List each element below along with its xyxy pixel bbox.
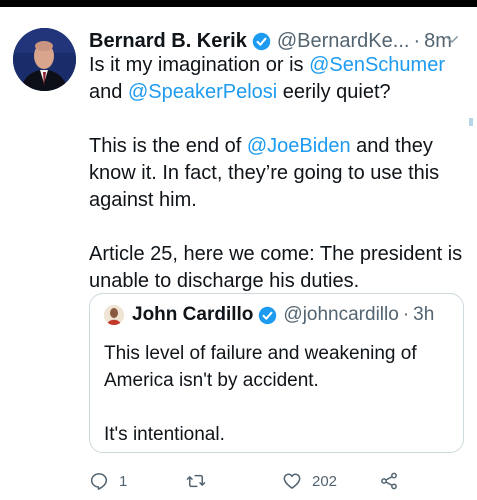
quoted-avatar[interactable] [104,305,124,325]
tweet-text-segment: Is it my imagination or is [89,54,310,76]
quoted-author-name[interactable]: John Cardillo [132,304,253,326]
chevron-down-icon[interactable] [443,30,461,48]
tweet-paragraph: Article 25, here we come: The president … [89,241,464,295]
tweet-actions: 1 202 [89,466,419,496]
like-count: 202 [312,472,338,490]
reply-count: 1 [119,472,128,490]
tweet-paragraph: This is the end of @JoeBiden and they kn… [89,133,464,214]
mention-link[interactable]: @JoeBiden [247,135,351,157]
top-bar [0,0,477,7]
scroll-indicator [469,118,473,126]
tweet[interactable]: Bernard B. Kerik @BernardKe... · 8m Is i… [0,7,477,500]
quoted-text-line: This level of failure and weakening of A… [104,343,417,391]
quoted-tweet-time[interactable]: 3h [413,304,434,326]
retweet-button[interactable] [186,466,216,496]
reply-icon [90,473,108,490]
share-icon [381,472,397,490]
quoted-tweet-header: John Cardillo @johncardillo · 3h [104,304,434,326]
mention-link[interactable]: @SpeakerPelosi [128,81,277,103]
separator-dot: · [413,29,421,52]
avatar[interactable] [13,28,76,91]
like-button[interactable]: 202 [282,466,337,496]
heart-icon [283,473,301,489]
tweet-text-segment: and [89,81,128,103]
tweet-text-segment: This is the end of [89,135,247,157]
mention-link[interactable]: @SenSchumer [309,54,445,76]
tweet-text: Is it my imagination or is @SenSchumer a… [89,52,464,295]
retweet-icon [186,474,206,488]
verified-badge-icon [258,306,277,325]
quoted-text-line: It's intentional. [104,424,225,445]
verified-badge-icon [252,32,271,51]
separator-dot: · [402,304,410,325]
quoted-tweet[interactable]: John Cardillo @johncardillo · 3h This le… [89,293,464,453]
tweet-text-segment: eerily quiet? [277,81,391,103]
tweet-text-segment: Article 25, here we come: The president … [89,243,463,292]
author-name[interactable]: Bernard B. Kerik [89,30,247,53]
author-handle[interactable]: @BernardKe... [277,30,410,53]
reply-button[interactable]: 1 [89,466,127,496]
quoted-author-handle[interactable]: @johncardillo [283,304,398,326]
share-button[interactable] [379,466,399,496]
tweet-paragraph: Is it my imagination or is @SenSchumer a… [89,52,464,106]
quoted-tweet-text: This level of failure and weakening of A… [104,340,454,448]
